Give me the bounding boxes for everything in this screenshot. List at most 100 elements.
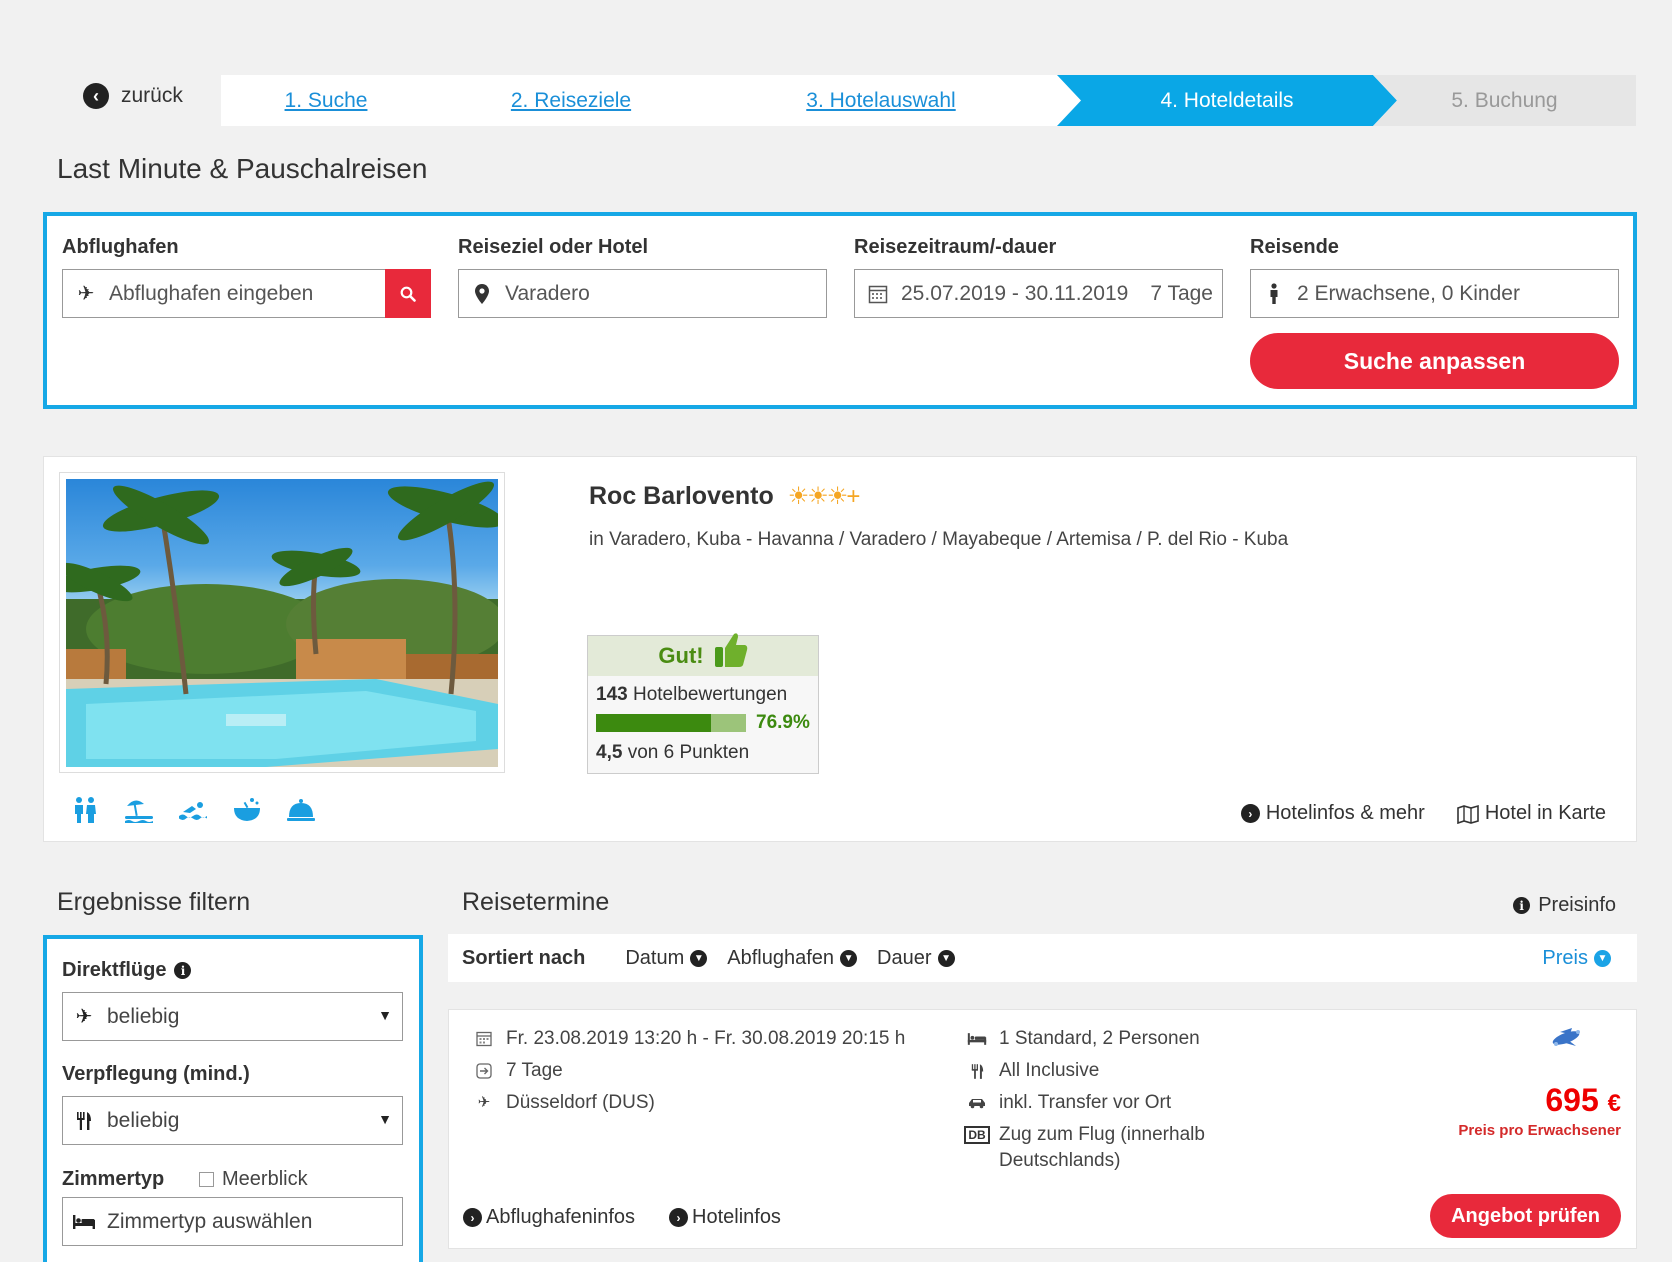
sort-airport[interactable]: Abflughafen ▼ [727,947,858,970]
chevron-down-icon: ▼ [690,949,708,967]
filter-panel: Direktflüge i ✈ beliebig ▼ Verpflegung (… [43,935,423,1262]
thumbs-up-icon [714,633,747,667]
back-label: zurück [121,84,183,107]
step-buchung: 5. Buchung [1373,75,1636,126]
calendar-icon [865,284,891,304]
seaview-checkbox[interactable] [199,1172,214,1187]
airport-placeholder: Abflughafen eingeben [109,281,314,305]
hotel-map-link[interactable]: Hotel in Karte [1457,802,1606,825]
board-select[interactable]: beliebig ▼ [62,1096,403,1145]
seaview-checkbox-row[interactable]: Meerblick [199,1168,308,1191]
map-pin-icon [469,283,495,305]
chevron-right-icon: › [1240,804,1260,823]
offer-transfer-row: inkl. Transfer vor Ort [967,1090,1171,1116]
offer-room-row: 1 Standard, 2 Personen [967,1026,1200,1052]
airport-label: Abflughafen [62,236,179,258]
plane-icon: ✈ [477,1094,491,1111]
dates-title: Reisetermine [462,888,610,916]
price-info-link[interactable]: i Preisinfo [1513,894,1616,917]
rating-verdict: Gut! [658,643,704,668]
offer-duration-row: 7 Tage [474,1058,563,1084]
airport-info-label: Abflughafeninfos [486,1206,636,1228]
recommend-percent: 76.9% [756,712,810,733]
direct-flights-label-row: Direktflüge i [62,959,192,982]
board-label: Verpflegung (mind.) [62,1063,250,1085]
offer-price-currency: € [1607,1090,1621,1117]
hotel-map-label: Hotel in Karte [1484,802,1606,824]
cutlery-icon [967,1058,987,1084]
bed-icon [967,1026,987,1052]
period-label: Reisezeitraum/-dauer [854,236,1057,258]
airport-input[interactable]: ✈ Abflughafen eingeben [62,269,431,318]
score-value: 4,5 [596,742,623,763]
offer-duration: 7 Tage [506,1060,563,1081]
hotel-photo[interactable] [66,479,498,767]
service-bell-icon [286,795,316,825]
board-value: beliebig [107,1108,180,1132]
period-field-group: Reisezeitraum/-dauer 25.07.2019 - 30.11.… [854,236,1223,318]
search-submit-button[interactable]: Suche anpassen [1250,333,1619,389]
offer-price-note: Preis pro Erwachsener [1458,1122,1621,1139]
plane-icon: ✈ [75,1006,93,1028]
chevron-right-icon: › [463,1208,482,1227]
step-reiseziele[interactable]: 2. Reiseziele [431,75,711,126]
page-title: Last Minute & Pauschalreisen [57,153,428,184]
price-info-label: Preisinfo [1538,894,1616,916]
offer-hotel-info-label: Hotelinfos [692,1206,781,1228]
amenity-icons [70,795,316,825]
offer-board-row: All Inclusive [967,1058,1099,1084]
sort-label: Sortiert nach [462,946,586,969]
direct-flights-select[interactable]: ✈ beliebig ▼ [62,992,403,1041]
sort-duration-label: Dauer [877,946,932,969]
airline-logo-icon [1552,1028,1580,1046]
star-rating-icon: ☀☀☀+ [787,483,861,510]
chevron-down-icon: ▼ [840,949,858,967]
check-offer-button[interactable]: Angebot prüfen [1430,1194,1621,1238]
offer-price-value: 695 [1545,1082,1599,1118]
sort-price[interactable]: Preis ▼ [1542,947,1611,970]
destination-input[interactable]: Varadero [458,269,827,318]
sort-duration[interactable]: Dauer ▼ [877,946,955,970]
step-suche[interactable]: 1. Suche [221,75,431,126]
destination-field-group: Reiseziel oder Hotel Varadero [458,236,827,318]
airport-info-link[interactable]: › Abflughafeninfos [463,1206,635,1229]
offer-hotel-info-link[interactable]: › Hotelinfos [669,1206,781,1229]
offer-airport-row: ✈ Düsseldorf (DUS) [474,1090,655,1116]
chevron-down-icon: ▼ [937,949,955,967]
hotel-info-link[interactable]: › Hotelinfos & mehr [1240,802,1425,825]
airport-search-button[interactable] [385,269,431,318]
direct-flights-value: beliebig [107,1004,180,1028]
search-form: Abflughafen ✈ Abflughafen eingeben Reise… [43,212,1637,409]
chevron-left-icon: ‹ [83,83,109,109]
person-icon [1261,282,1287,305]
sort-date-label: Datum [625,946,685,969]
step-bar: 1. Suche 2. Reiseziele 3. Hotelauswahl 4… [221,75,1636,126]
destination-label: Reiseziel oder Hotel [458,236,649,258]
hotel-name: Roc Barlovento [589,482,774,510]
info-icon: i [1513,897,1531,914]
period-duration: 7 Tage [1150,281,1213,305]
back-button[interactable]: ‹ zurück [83,83,183,109]
info-icon[interactable]: i [174,962,192,979]
progress-nav: ‹ zurück 1. Suche 2. Reiseziele 3. Hotel… [58,75,1636,126]
hotel-links: › Hotelinfos & mehr Hotel in Karte [1240,802,1606,825]
offer-datetime-row: Fr. 23.08.2019 13:20 h - Fr. 30.08.2019 … [474,1026,905,1052]
destination-value: Varadero [505,281,590,305]
offer-airport: Düsseldorf (DUS) [506,1092,655,1113]
sort-bar: Sortiert nach Datum ▼ Abflughafen ▼ Daue… [448,934,1637,982]
room-type-placeholder: Zimmertyp auswählen [107,1209,313,1233]
seaview-label: Meerblick [222,1168,308,1190]
room-type-input[interactable]: Zimmertyp auswählen [62,1197,403,1246]
bed-icon [71,1214,97,1230]
offer-room: 1 Standard, 2 Personen [999,1028,1200,1049]
period-input[interactable]: 25.07.2019 - 30.11.2019 7 Tage [854,269,1223,318]
duration-icon [474,1058,494,1084]
offer-price: 695 € [1545,1082,1621,1119]
review-label: Hotelbewertungen [632,684,788,705]
step-hotelauswahl[interactable]: 3. Hotelauswahl [711,75,1051,126]
sort-date[interactable]: Datum ▼ [625,946,708,970]
travelers-input[interactable]: 2 Erwachsene, 0 Kinder [1250,269,1619,318]
wellness-icon [232,795,262,825]
rating-box[interactable]: Gut! 143 Hotelbewertungen 76.9% 4,5 von … [587,633,819,774]
offer-datetime: Fr. 23.08.2019 13:20 h - Fr. 30.08.2019 … [506,1028,906,1049]
